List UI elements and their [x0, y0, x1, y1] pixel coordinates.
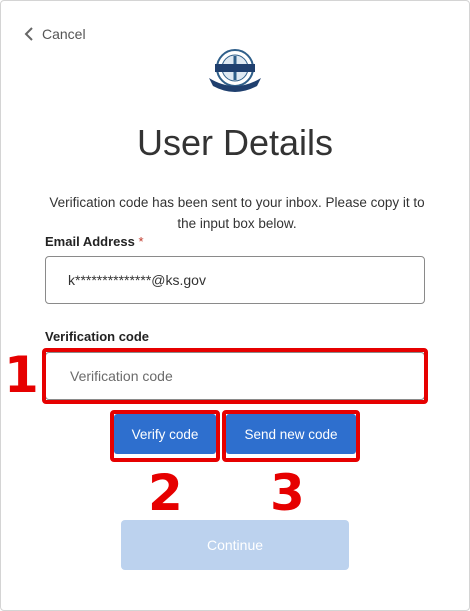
kansas-board-of-nursing-logo — [205, 46, 265, 96]
cancel-label: Cancel — [42, 26, 86, 42]
email-label-text: Email Address — [45, 234, 135, 249]
chevron-left-icon — [24, 27, 34, 41]
cancel-link[interactable]: Cancel — [24, 26, 86, 42]
email-field[interactable]: k**************@ks.gov — [45, 256, 425, 304]
email-label: Email Address * — [45, 234, 144, 249]
annotation-box-2 — [110, 410, 220, 462]
annotation-box-1 — [42, 348, 428, 404]
annotation-number-2: 2 — [148, 464, 183, 522]
annotation-number-1: 1 — [4, 346, 39, 404]
annotation-number-3: 3 — [270, 464, 305, 522]
verification-info-text: Verification code has been sent to your … — [49, 195, 425, 231]
email-value: k**************@ks.gov — [68, 272, 206, 288]
annotation-box-3 — [222, 410, 360, 462]
continue-button[interactable]: Continue — [121, 520, 349, 570]
page-title: User Details — [136, 122, 334, 163]
required-marker: * — [138, 234, 144, 249]
verification-code-label: Verification code — [45, 329, 150, 344]
